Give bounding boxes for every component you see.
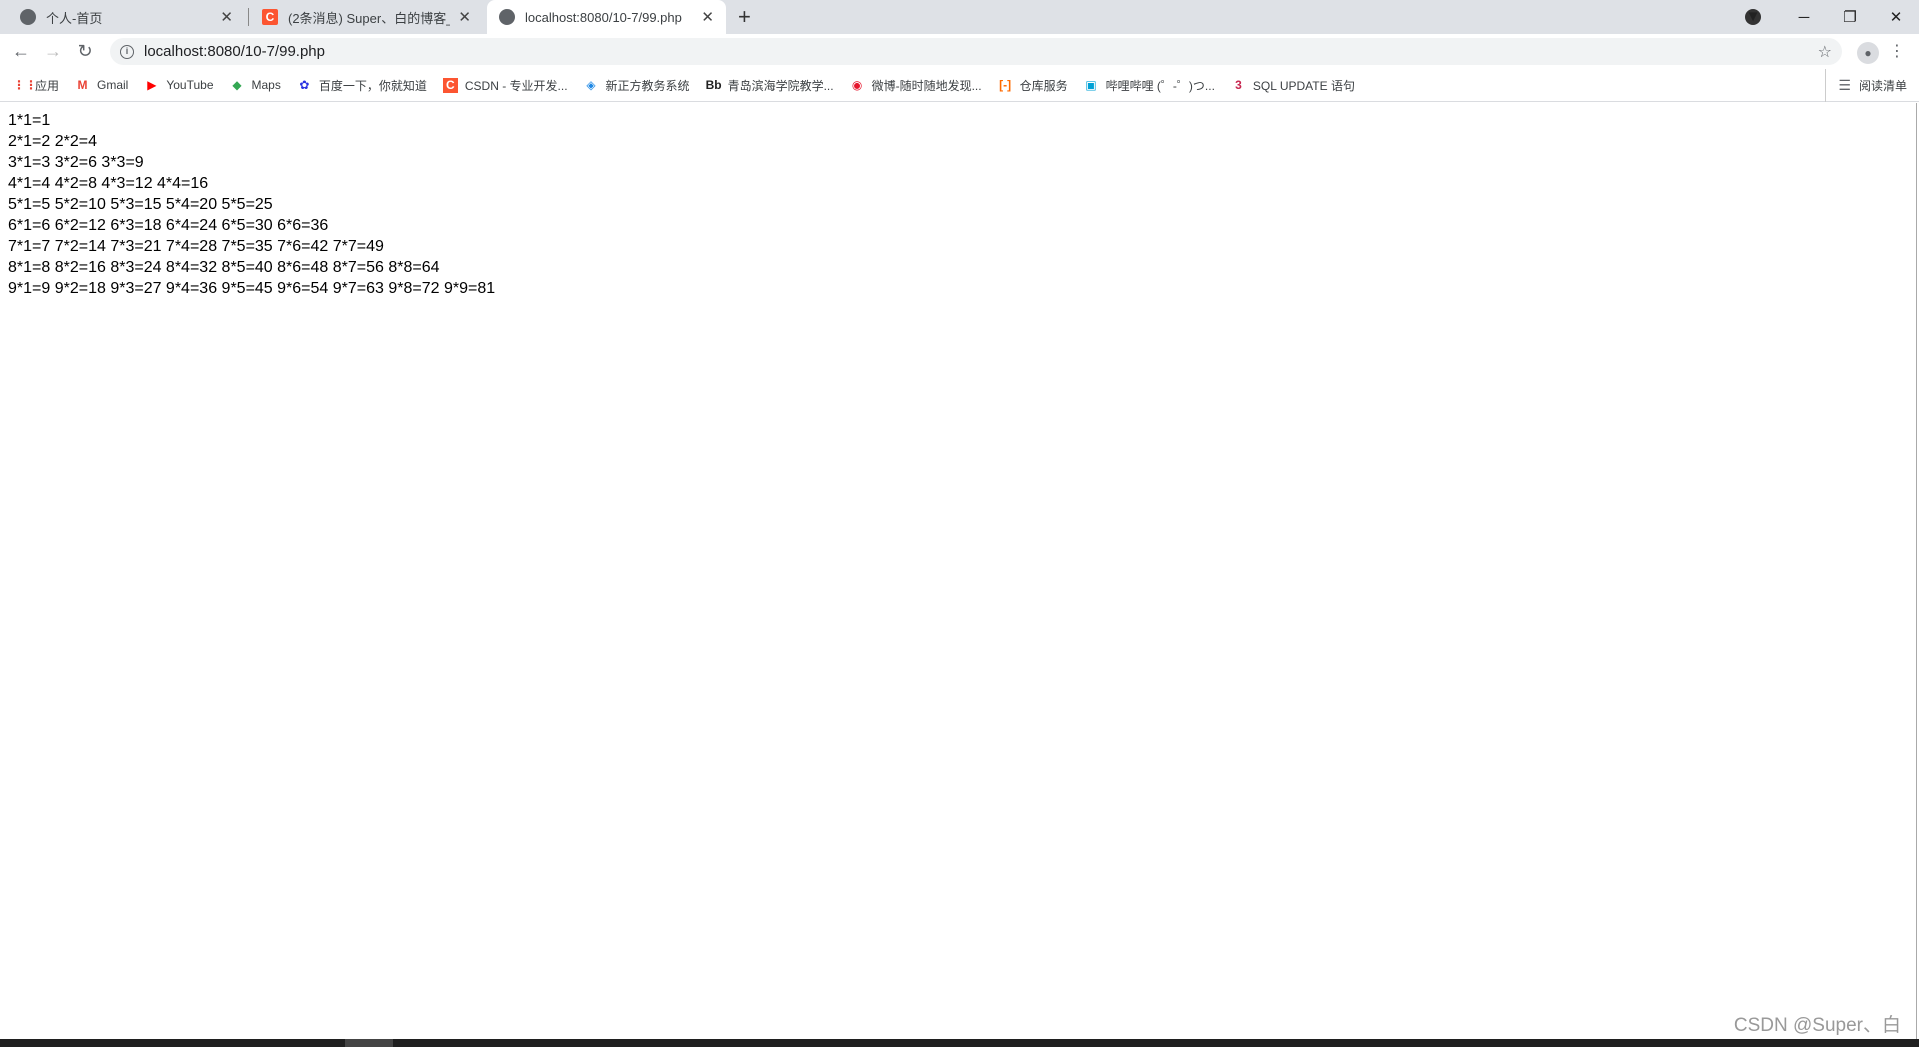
bookmark-aliyun[interactable]: [-] 仓库服务 <box>998 77 1068 94</box>
multiplication-row: 5*1=5 5*2=10 5*3=15 5*4=20 5*5=25 <box>8 196 273 213</box>
tab-divider <box>248 8 249 26</box>
bookmark-label: 微博-随时随地发现... <box>871 78 982 93</box>
weibo-icon: ◉ <box>851 77 863 92</box>
reload-button[interactable]: ↻ <box>69 41 101 62</box>
back-button[interactable]: ← <box>5 41 37 62</box>
bookmark-label: 新正方教务系统 <box>605 78 690 93</box>
bookmark-bilibili[interactable]: ▣ 哔哩哔哩 (゜-゜)つ... <box>1084 77 1215 94</box>
menu-kebab-icon[interactable]: ⋮ <box>1889 41 1905 61</box>
tab-personal-home[interactable]: 个人-首页 ✕ <box>8 0 245 34</box>
multiplication-row: 4*1=4 4*2=8 4*3=12 4*4=16 <box>8 175 209 192</box>
gmail-icon: M <box>77 77 88 92</box>
csdn-icon: C <box>442 77 458 93</box>
multiplication-row: 9*1=9 9*2=18 9*3=27 9*4=36 9*5=45 9*6=54… <box>8 280 496 297</box>
new-tab-button[interactable]: + <box>738 4 751 30</box>
multiplication-row: 2*1=2 2*2=4 <box>8 133 97 150</box>
globe-icon <box>20 9 36 25</box>
globe-icon <box>499 9 515 25</box>
address-bar[interactable]: i localhost:8080/10-7/99.php ☆ <box>110 38 1842 65</box>
aliyun-icon: [-] <box>999 77 1012 92</box>
taskbar <box>0 1039 1919 1047</box>
close-window-button[interactable]: ✕ <box>1873 8 1919 26</box>
bilibili-icon: ▣ <box>1085 77 1097 92</box>
bookmark-gmail[interactable]: M Gmail <box>75 77 129 93</box>
bookmark-label: Gmail <box>97 78 129 92</box>
tab-csdn-blog[interactable]: C (2条消息) Super、白的博客_CSDN ✕ <box>250 0 483 34</box>
bookmark-label: SQL UPDATE 语句 <box>1252 78 1355 93</box>
bookmark-label: 哔哩哔哩 (゜-゜)つ... <box>1105 78 1215 93</box>
browser-toolbar: ← → ↻ i localhost:8080/10-7/99.php ☆ ● ⋮ <box>0 34 1919 69</box>
profile-avatar[interactable]: ● <box>1857 42 1879 64</box>
multiplication-row: 8*1=8 8*2=16 8*3=24 8*4=32 8*5=40 8*6=48… <box>8 259 440 276</box>
bookmark-label: Maps <box>251 78 281 92</box>
close-tab-icon[interactable]: ✕ <box>220 8 233 26</box>
multiplication-row: 6*1=6 6*2=12 6*3=18 6*4=24 6*5=30 6*6=36 <box>8 217 329 234</box>
restore-button[interactable]: ❐ <box>1827 8 1873 26</box>
taskbar-item[interactable] <box>345 1039 393 1047</box>
bookmark-csdn[interactable]: C CSDN - 专业开发... <box>442 77 568 94</box>
bookmark-label: 应用 <box>35 78 60 93</box>
multiplication-row: 1*1=1 <box>8 112 51 129</box>
bookmark-label: YouTube <box>166 78 214 92</box>
reading-list-icon: ☰ <box>1838 77 1851 93</box>
tab-bar: 个人-首页 ✕ C (2条消息) Super、白的博客_CSDN ✕ local… <box>0 0 1919 34</box>
info-icon[interactable]: i <box>120 44 134 59</box>
bookmark-baidu[interactable]: ✿ 百度一下，你就知道 <box>297 77 427 94</box>
close-tab-icon[interactable]: ✕ <box>458 8 471 26</box>
tab-localhost[interactable]: localhost:8080/10-7/99.php ✕ <box>487 0 726 34</box>
multiplication-row: 3*1=3 3*2=6 3*3=9 <box>8 154 144 171</box>
page-content: 1*1=1 2*1=2 2*2=4 3*1=3 3*2=6 3*3=9 4*1=4 4… <box>0 102 1919 307</box>
reading-list-button[interactable]: ☰ 阅读清单 <box>1825 69 1907 102</box>
apps-grid-icon: ⋮⋮ <box>13 77 37 92</box>
url-text[interactable]: localhost:8080/10-7/99.php <box>144 43 325 60</box>
bookmark-label: 仓库服务 <box>1019 78 1068 93</box>
watermark: CSDN @Super、白 <box>1733 1015 1901 1036</box>
bookmark-zhengfang[interactable]: ◈ 新正方教务系统 <box>584 77 690 94</box>
bookmark-apps-grid[interactable]: ⋮⋮ 应用 <box>13 77 59 94</box>
forward-button[interactable]: → <box>37 41 69 62</box>
bookmark-label: CSDN - 专业开发... <box>464 78 568 93</box>
zhengfang-icon: ◈ <box>586 77 596 92</box>
minimize-button[interactable]: ─ <box>1781 9 1827 26</box>
bookmark-blackboard[interactable]: Bb 青岛滨海学院教学... <box>706 77 834 94</box>
baidu-icon: ✿ <box>299 77 310 92</box>
tab-search-icon[interactable]: ▼ <box>1745 9 1761 25</box>
bookmark-star-icon[interactable]: ☆ <box>1818 42 1832 62</box>
bookmark-w3school[interactable]: 3 SQL UPDATE 语句 <box>1231 77 1355 94</box>
multiplication-row: 7*1=7 7*2=14 7*3=21 7*4=28 7*5=35 7*6=42… <box>8 238 384 255</box>
close-tab-icon[interactable]: ✕ <box>701 8 714 26</box>
maps-icon: ◆ <box>232 77 242 92</box>
bookmark-weibo[interactable]: ◉ 微博-随时随地发现... <box>850 77 982 94</box>
blackboard-icon: Bb <box>705 77 722 92</box>
bookmark-youtube[interactable]: ▶ YouTube <box>144 78 213 93</box>
bookmark-label: 百度一下，你就知道 <box>318 78 427 93</box>
bookmarks-bar: ⋮⋮ 应用 M Gmail ▶ YouTube ◆ Maps ✿ 百度一下，你就知道 C CSDN -… <box>0 69 1919 102</box>
csdn-icon: C <box>262 9 278 25</box>
w3school-icon: 3 <box>1235 77 1242 92</box>
youtube-icon: ▶ <box>147 77 157 92</box>
window-edge <box>1916 103 1917 1047</box>
bookmark-label: 青岛滨海学院教学... <box>727 78 834 93</box>
bookmark-maps[interactable]: ◆ Maps <box>230 77 281 93</box>
